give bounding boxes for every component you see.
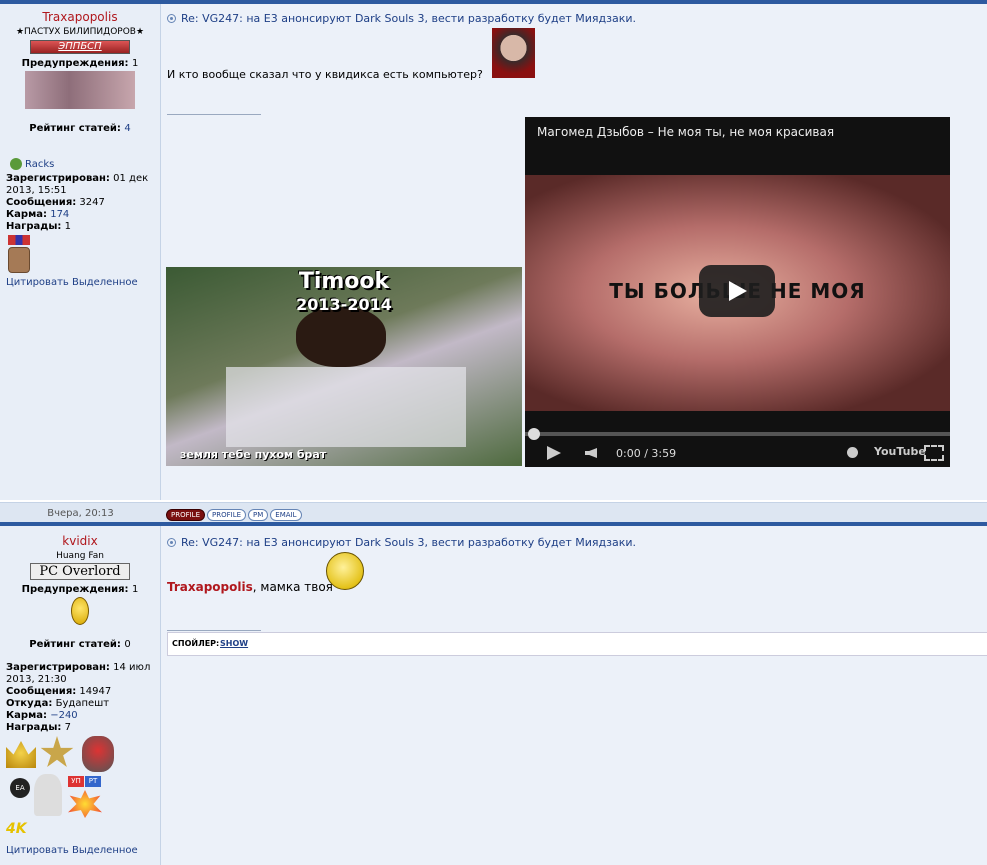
warnings-value: 1 <box>132 584 139 595</box>
volume-icon[interactable] <box>585 448 597 458</box>
video-player[interactable]: Магомед Дзыбов – Не моя ты, не моя краси… <box>525 117 950 467</box>
author-panel: Traxapopolis ★ПАСТУХ БИЛИПИДОРОВ★ ЭППБСП… <box>0 4 161 500</box>
meme-years: 2013-2014 <box>296 295 392 314</box>
karma-label: Карма: <box>6 209 48 220</box>
from-label: Откуда: <box>6 698 53 709</box>
pm-button[interactable]: PM <box>248 509 269 521</box>
registered-label: Зарегистрирован: <box>6 173 110 184</box>
warnings-label: Предупреждения: <box>21 584 129 595</box>
author-name[interactable]: kvidix <box>0 534 160 548</box>
video-time: 0:00 / 3:59 <box>616 447 677 460</box>
warnings-value: 1 <box>132 58 139 69</box>
userbar: ЭППБСП <box>30 40 130 54</box>
post-date: Вчера, 20:13 <box>47 508 114 519</box>
medal-icon <box>8 235 30 245</box>
post-subject[interactable]: Re: VG247: на E3 анонсируют Dark Souls 3… <box>167 12 636 25</box>
rating-value: 0 <box>124 639 131 650</box>
user-title: Huang Fan <box>56 551 104 561</box>
avatar <box>71 597 89 625</box>
user-title: ★ПАСТУХ БИЛИПИДОРОВ★ <box>15 27 145 37</box>
gamertag-link[interactable]: Racks <box>25 159 54 170</box>
signature-divider <box>167 630 261 631</box>
meme-caption: земля тебе пухом брат <box>180 448 327 461</box>
spoiler-box: СПОЙЛЕР: SHOW <box>167 632 987 656</box>
rating-label: Рейтинг статей: <box>29 639 121 650</box>
author-name[interactable]: Traxapopolis <box>0 10 160 24</box>
spoiler-label: СПОЙЛЕР: <box>172 639 220 648</box>
meme-title: Timook <box>298 269 390 294</box>
awards-label: Награды: <box>6 722 62 733</box>
from-value: Будапешт <box>55 698 110 709</box>
4k-badge-icon: 4K <box>6 821 27 837</box>
post-text: Traxapopolis, мамка твоя <box>167 580 333 594</box>
fullscreen-icon[interactable] <box>924 445 944 461</box>
xbox-icon <box>10 158 22 170</box>
post-text: И кто вообще сказал что у квидикса есть … <box>167 68 483 81</box>
userbar: PC Overlord <box>30 563 130 580</box>
post-content: Re: VG247: на E3 анонсируют Dark Souls 3… <box>161 4 987 500</box>
messages-value: 14947 <box>79 686 112 697</box>
post-2: kvidix Huang Fan PC Overlord Предупрежде… <box>0 526 987 865</box>
email-button[interactable]: EMAIL <box>270 509 302 521</box>
karma-label: Карма: <box>6 710 48 721</box>
rt-badge-icon: РТ <box>85 776 101 787</box>
profile-button[interactable]: PROFILE <box>166 509 206 521</box>
avatar <box>25 71 135 109</box>
play-icon <box>729 281 747 301</box>
profile-button-2[interactable]: PROFILE <box>207 509 247 521</box>
rating-value: 4 <box>124 123 131 134</box>
author-panel: kvidix Huang Fan PC Overlord Предупрежде… <box>0 526 161 865</box>
user-mention[interactable]: Traxapopolis <box>167 580 253 594</box>
messages-label: Сообщения: <box>6 197 77 208</box>
post-icon <box>167 538 176 547</box>
signature-divider <box>167 114 261 115</box>
progress-bar[interactable] <box>525 432 950 436</box>
robot-award-icon <box>82 736 114 772</box>
meme-image: Timook 2013-2014 земля тебе пухом брат <box>166 267 522 466</box>
crown-award-icon <box>6 741 36 768</box>
watch-later-icon[interactable] <box>847 447 858 458</box>
play-button[interactable] <box>699 265 775 317</box>
messages-value: 3247 <box>79 197 105 208</box>
ea-award-icon: EA <box>10 778 30 798</box>
award-avatar-icon <box>8 247 30 273</box>
meme-sheet <box>226 367 466 447</box>
facepalm-emoticon <box>492 28 535 78</box>
smirk-emoticon <box>326 552 364 590</box>
post-footer: Вчера, 20:13 PROFILE PROFILE PM EMAIL <box>0 502 987 522</box>
star-award-icon <box>40 736 74 767</box>
karma-value: −240 <box>50 710 78 721</box>
meme-figure <box>296 307 386 367</box>
post-content: Re: VG247: на E3 анонсируют Dark Souls 3… <box>161 526 987 865</box>
post-icon <box>167 14 176 23</box>
registered-label: Зарегистрирован: <box>6 662 110 673</box>
awards-value: 7 <box>64 722 71 733</box>
rating-label: Рейтинг статей: <box>29 123 121 134</box>
portrait-award-icon <box>34 774 62 816</box>
karma-value: 174 <box>50 209 70 220</box>
explosion-award-icon <box>68 790 102 818</box>
messages-label: Сообщения: <box>6 686 77 697</box>
up-badge-icon: УП <box>68 776 84 787</box>
awards-label: Награды: <box>6 221 62 232</box>
video-title[interactable]: Магомед Дзыбов – Не моя ты, не моя краси… <box>537 125 834 139</box>
spoiler-show-link[interactable]: SHOW <box>220 639 248 648</box>
play-small-icon[interactable] <box>547 446 561 460</box>
post-1: Traxapopolis ★ПАСТУХ БИЛИПИДОРОВ★ ЭППБСП… <box>0 4 987 500</box>
quote-selected-link[interactable]: Цитировать Выделенное <box>0 277 160 288</box>
youtube-logo[interactable]: YouTube <box>874 445 926 458</box>
warnings-label: Предупреждения: <box>21 58 129 69</box>
post-subject[interactable]: Re: VG247: на E3 анонсируют Dark Souls 3… <box>167 536 636 549</box>
progress-handle[interactable] <box>528 428 540 440</box>
awards-value: 1 <box>64 221 71 232</box>
quote-selected-link[interactable]: Цитировать Выделенное <box>0 845 160 856</box>
